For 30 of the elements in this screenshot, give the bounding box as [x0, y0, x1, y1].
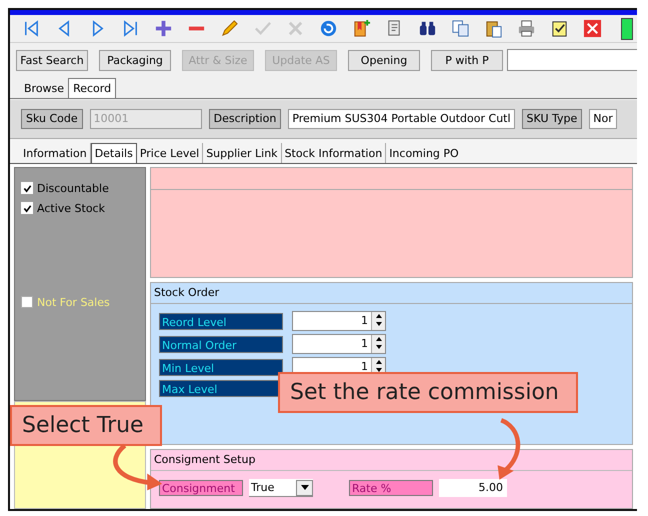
tab[interactable]: Details [90, 143, 137, 163]
field-label: Rate % [349, 480, 433, 496]
callout-tooltip: Set the rate commission [278, 372, 578, 413]
tab[interactable]: Price Level [136, 143, 204, 163]
field-label: Description [208, 109, 282, 129]
checkbox[interactable]: Active Stock [21, 198, 145, 218]
toolbar-button[interactable]: Packaging [99, 50, 171, 70]
tab[interactable]: Supplier Link [203, 143, 282, 163]
number-spinner[interactable]: 1 [292, 311, 386, 332]
number-spinner[interactable]: 1 [292, 334, 386, 354]
field-label: Consignment [159, 480, 243, 496]
rate-field[interactable]: 5.00 [439, 479, 507, 498]
tab[interactable]: Incoming PO [386, 143, 462, 163]
toolbar-button[interactable]: Fast Search [16, 50, 88, 70]
dropdown[interactable]: True [249, 479, 313, 498]
field-label: Normal Order [159, 336, 283, 353]
toolbar-button[interactable]: P with P [431, 50, 503, 70]
tab[interactable]: Stock Information [282, 143, 386, 163]
toolbar-button[interactable]: Opening [348, 50, 420, 70]
field-label: Sku Code [21, 109, 83, 129]
field-label: Reord Level [159, 312, 283, 330]
checkbox[interactable]: Discountable [21, 178, 145, 198]
field-label: Min Level [159, 358, 283, 376]
callout-tooltip: Select True [10, 405, 162, 446]
tab[interactable]: Browse [20, 78, 68, 98]
text-field[interactable]: Nor [589, 109, 617, 129]
text-field[interactable]: Premium SUS304 Portable Outdoor Cutl [288, 109, 515, 129]
field-label: SKU Type [522, 109, 582, 129]
tab[interactable]: Record [68, 78, 116, 98]
section-title: Stock Order [151, 283, 632, 304]
